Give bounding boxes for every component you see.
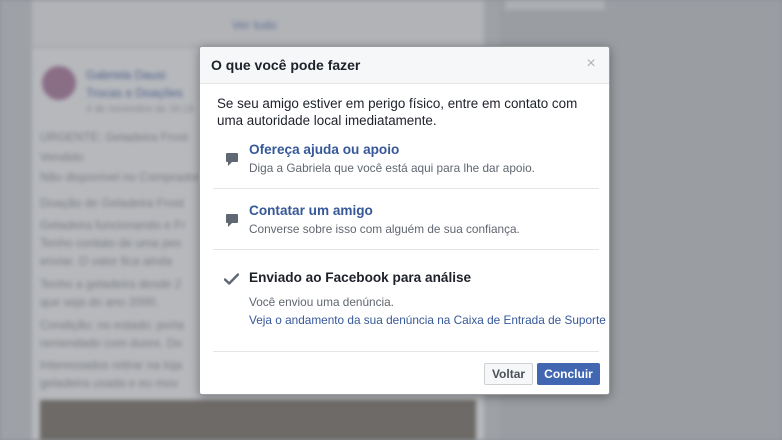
divider: [213, 188, 599, 189]
close-icon[interactable]: ×: [583, 55, 599, 73]
contact-friend-link[interactable]: Contatar um amigo: [249, 203, 373, 218]
footer-divider: [213, 351, 599, 352]
back-button[interactable]: Voltar: [484, 363, 533, 385]
avatar: [42, 66, 76, 100]
post-line: Condição: no estado: porta: [40, 318, 185, 332]
support-inbox-link[interactable]: Veja o andamento da sua denúncia na Caix…: [249, 313, 606, 327]
post-line: enviar. O valor fica ainda: [40, 254, 173, 268]
post-line: Não disponível no Comprador: [40, 170, 200, 184]
contact-friend-description: Converse sobre isso com alguém de sua co…: [249, 222, 520, 236]
checkmark-icon: [224, 273, 239, 285]
intro-text: Se seu amigo estiver em perigo físico, e…: [217, 96, 578, 128]
post-group: Trocas e Doações: [86, 86, 183, 100]
post-line: geladeira usada e eu mov: [40, 376, 179, 390]
post-line: Vendido: [40, 150, 84, 164]
dialog-header: O que você pode fazer ×: [200, 47, 609, 84]
what-you-can-do-dialog: O que você pode fazer × Se seu amigo est…: [199, 46, 610, 395]
post-author: Gabriela Dausi: [86, 68, 166, 82]
post-image: [40, 400, 476, 440]
post-line: Doação de Geladeira Frost: [40, 196, 185, 210]
report-sent-description: Você enviou uma denúncia.: [249, 295, 394, 309]
post-line: Interessados retirar na loja: [40, 358, 183, 372]
post-line: que seja do ano 2000.: [40, 295, 159, 309]
post-line: URGENTE: Geladeira Frost: [40, 130, 189, 144]
post-line: Tenho contato de uma pes: [40, 236, 182, 250]
dialog-title: O que você pode fazer: [211, 57, 361, 73]
report-sent-title: Enviado ao Facebook para análise: [249, 270, 472, 285]
post-line: Tenho a geladeira desde 2: [40, 277, 182, 291]
chat-bubble-icon: [226, 214, 238, 227]
post-meta: 4 de novembro às 16:19: [86, 104, 194, 115]
offer-support-description: Diga a Gabriela que você está aqui para …: [249, 161, 535, 175]
divider: [213, 249, 599, 250]
post-line: Geladeira funcionando e Fr: [40, 218, 186, 232]
chat-bubble-icon: [226, 153, 238, 166]
see-all-link: Ver tudo: [232, 18, 277, 32]
post-line: remendado com durex. Do: [40, 336, 183, 350]
done-button[interactable]: Concluir: [537, 363, 600, 385]
offer-support-link[interactable]: Ofereça ajuda ou apoio: [249, 142, 399, 157]
right-column-box: [505, 0, 605, 10]
